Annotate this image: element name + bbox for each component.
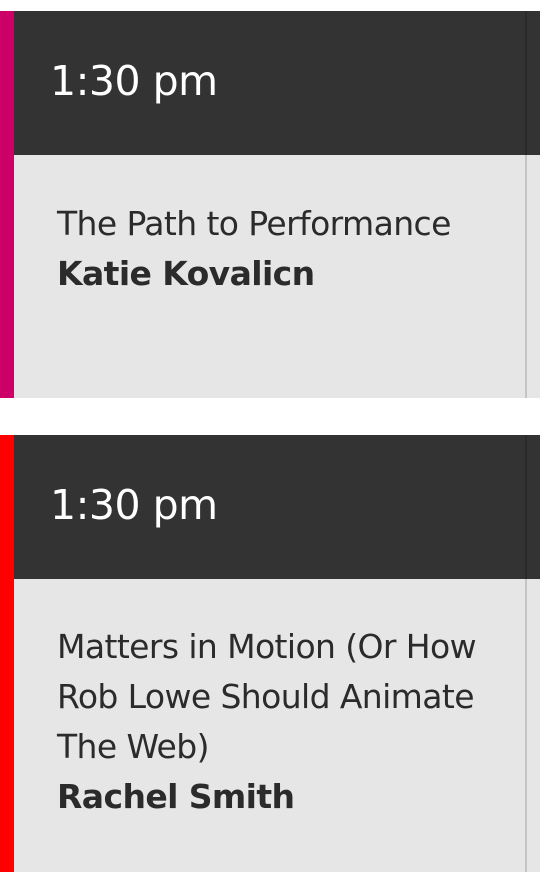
session-time: 1:30 pm xyxy=(50,481,218,529)
session-accent-bar xyxy=(0,435,14,872)
column-divider xyxy=(525,155,527,398)
session-accent-bar xyxy=(0,11,14,398)
session-title[interactable]: Matters in Motion (Or How Rob Lowe Shoul… xyxy=(57,622,500,772)
session-body: Matters in Motion (Or How Rob Lowe Shoul… xyxy=(57,622,500,822)
session-card[interactable]: 1:30 pm The Path to Performance Katie Ko… xyxy=(0,11,540,398)
session-header: 1:30 pm xyxy=(14,435,540,579)
header-divider xyxy=(525,11,527,155)
session-speaker[interactable]: Rachel Smith xyxy=(57,772,500,822)
session-title[interactable]: The Path to Performance xyxy=(57,199,500,249)
session-body: The Path to Performance Katie Kovalicn xyxy=(57,199,500,299)
column-divider xyxy=(525,579,527,872)
session-speaker[interactable]: Katie Kovalicn xyxy=(57,249,500,299)
session-card[interactable]: 1:30 pm Matters in Motion (Or How Rob Lo… xyxy=(0,435,540,872)
session-header: 1:30 pm xyxy=(14,11,540,155)
header-divider xyxy=(525,435,527,579)
session-time: 1:30 pm xyxy=(50,57,218,105)
